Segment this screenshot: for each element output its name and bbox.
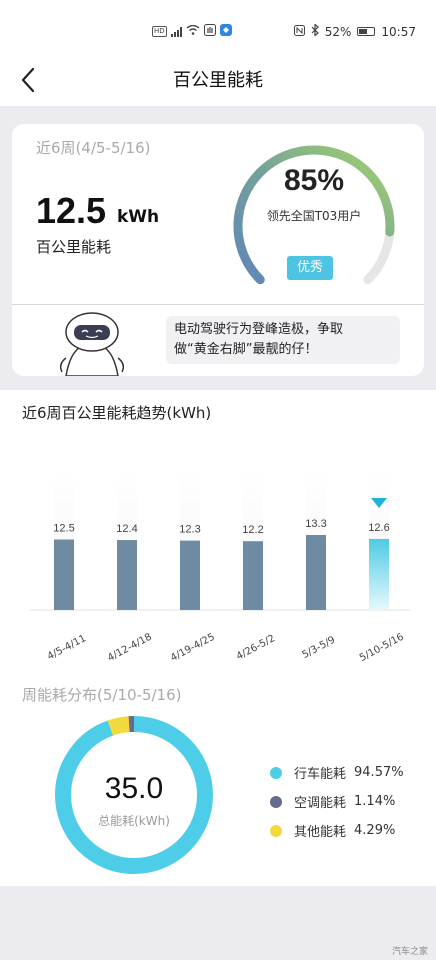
consumption-label: 百公里能耗 bbox=[36, 238, 112, 256]
bar bbox=[369, 538, 389, 610]
rating-badge: 优秀 bbox=[287, 256, 333, 280]
distribution-legend: 行车能耗 94.57% 空调能耗 1.14% 其他能耗 4.29% bbox=[270, 758, 404, 845]
bar-value-label: 12.6 bbox=[368, 522, 389, 534]
status-left-icons: HD bbox=[152, 24, 232, 39]
bar bbox=[243, 541, 263, 610]
legend-label: 行车能耗 bbox=[294, 767, 347, 782]
5g-signal-icon bbox=[170, 26, 182, 37]
distribution-title: 周能耗分布(5/10-5/16) bbox=[22, 686, 182, 704]
bar bbox=[180, 540, 200, 610]
consumption-value: 12.5 bbox=[36, 190, 107, 231]
tip-line-2: 做“黄金右脚”最靓的仔！ bbox=[174, 342, 318, 357]
bar bbox=[54, 539, 74, 610]
legend-dot bbox=[270, 824, 282, 837]
bluetooth-icon bbox=[311, 23, 319, 39]
legend-dot bbox=[270, 795, 282, 808]
watermark: 汽车之家 bbox=[391, 947, 428, 957]
x-tick-label: 4/12-4/18 bbox=[106, 632, 154, 664]
legend-item-driving: 行车能耗 94.57% bbox=[270, 758, 404, 787]
battery-percent: 52% bbox=[324, 24, 352, 39]
hand-icon bbox=[203, 24, 216, 39]
legend-percent: 4.29% bbox=[354, 823, 396, 838]
consumption-unit: kWh bbox=[117, 207, 160, 227]
summary-card: 近6周(4/5-5/16) 12.5 kWh 百公里能耗 85% 领先全国T03… bbox=[12, 124, 424, 376]
tip-bubble: 电动驾驶行为登峰造极，争取 做“黄金右脚”最靓的仔！ bbox=[166, 316, 400, 364]
card-divider bbox=[12, 304, 424, 305]
summary-period: 近6周(4/5-5/16) bbox=[36, 139, 151, 157]
trend-title: 近6周百公里能耗趋势(kWh) bbox=[22, 404, 212, 422]
bar-value-label: 12.2 bbox=[242, 524, 263, 536]
clock: 10:57 bbox=[381, 24, 416, 39]
rank-text: 领先全国T03用户 bbox=[266, 209, 362, 223]
legend-item-other: 其他能耗 4.29% bbox=[270, 816, 404, 845]
battery-icon bbox=[357, 27, 376, 36]
x-tick-label: 5/3-5/9 bbox=[300, 635, 337, 662]
app-icon bbox=[219, 24, 232, 39]
legend-percent: 94.57% bbox=[354, 765, 404, 780]
x-tick-label: 4/5-4/11 bbox=[46, 633, 88, 663]
trend-bar-chart: 12.5 4/5-4/11 12.4 4/12-4/18 12.3 4/19-4/25 12… bbox=[30, 470, 410, 664]
bar-value-label: 12.3 bbox=[179, 524, 200, 536]
trend-section: 近6周百公里能耗趋势(kWh) 12.5 4/5-4/11 12.4 4/12-4/1… bbox=[0, 390, 436, 886]
x-tick-label: 5/10-5/16 bbox=[358, 632, 406, 664]
bar bbox=[117, 540, 137, 610]
bar-value-label: 12.5 bbox=[53, 523, 74, 535]
nfc-icon bbox=[293, 24, 305, 39]
bar bbox=[306, 535, 326, 610]
legend-percent: 1.14% bbox=[354, 794, 396, 809]
legend-dot bbox=[270, 766, 282, 779]
total-energy-value: 35.0 bbox=[104, 772, 164, 805]
robot-mascot-icon bbox=[59, 312, 125, 376]
legend-label: 其他能耗 bbox=[294, 825, 347, 840]
x-tick-label: 4/26-5/2 bbox=[235, 633, 277, 663]
legend-item-aircon: 空调能耗 1.14% bbox=[270, 787, 404, 816]
legend-label: 空调能耗 bbox=[294, 796, 347, 811]
navigation-bar: 百公里能耗 bbox=[0, 56, 436, 106]
page-title: 百公里能耗 bbox=[173, 70, 263, 91]
status-right: 52% 10:57 bbox=[293, 23, 416, 39]
rank-percent: 85% bbox=[283, 164, 345, 197]
tip-line-1: 电动驾驶行为登峰造极，争取 bbox=[174, 322, 344, 337]
bar-value-label: 12.4 bbox=[116, 523, 137, 535]
total-energy-label: 总能耗(kWh) bbox=[98, 814, 170, 828]
hd-icon: HD bbox=[152, 26, 167, 37]
status-bar: HD 52% 10:57 bbox=[0, 0, 436, 56]
wifi-icon bbox=[186, 24, 200, 38]
bar-value-label: 13.3 bbox=[305, 518, 326, 530]
x-tick-label: 4/19-4/25 bbox=[169, 632, 217, 664]
